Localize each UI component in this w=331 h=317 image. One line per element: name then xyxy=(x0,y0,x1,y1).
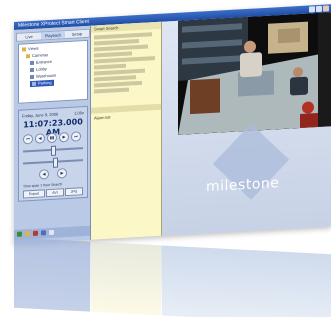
pause-button[interactable]: ▮▮ xyxy=(47,132,57,144)
event-log-list[interactable] xyxy=(94,32,158,96)
tree-item-label: Views xyxy=(28,45,39,52)
transport-controls: ⏮ ◀ ▮▮ ▶ ⏭ xyxy=(23,131,83,145)
playback-date: Friday, June 9, 2006 xyxy=(22,111,59,119)
folder-icon xyxy=(26,54,30,59)
step-back-button[interactable]: ◀ xyxy=(39,169,49,180)
window-reflection xyxy=(14,237,331,317)
person-body xyxy=(290,76,308,96)
list-item[interactable] xyxy=(94,87,130,94)
tree-item-selected[interactable]: Parking xyxy=(30,79,54,88)
camera-view[interactable] xyxy=(178,12,331,135)
timeline-slider[interactable] xyxy=(23,145,83,156)
jog-controls: ◀ ▶ xyxy=(33,168,73,180)
reflection-video-area xyxy=(162,245,331,317)
app-icon[interactable] xyxy=(49,229,54,236)
camera-icon xyxy=(30,74,34,80)
export-button[interactable]: Export xyxy=(23,189,45,199)
tree-item-label: Lobby xyxy=(36,66,47,72)
camera-icon xyxy=(30,67,34,73)
list-item[interactable] xyxy=(94,32,152,40)
list-item[interactable] xyxy=(94,63,126,70)
folder-icon[interactable] xyxy=(25,231,30,237)
tab-live[interactable]: Live xyxy=(18,33,40,41)
playback-panel: Friday, June 9, 2006 1.00x 11:07:23.000 … xyxy=(18,105,88,202)
tree-item-label: Cameras xyxy=(32,52,49,58)
maximize-button[interactable] xyxy=(316,5,322,13)
play-button[interactable]: ▶ xyxy=(59,131,69,143)
start-icon[interactable] xyxy=(17,231,22,237)
application-window: Milestone XProtect Smart Client Live Pla… xyxy=(14,4,331,245)
alarm-panel: Smart Search Alarm list xyxy=(91,21,162,240)
list-item[interactable] xyxy=(94,80,142,88)
reflection-left-panel xyxy=(14,237,90,312)
cardboard-box xyxy=(278,28,300,44)
navigation-panel: Live Playback Setup Views Cameras Entran… xyxy=(14,25,91,244)
tree-item[interactable]: Views xyxy=(22,46,39,53)
app-icon[interactable] xyxy=(33,230,38,236)
skip-start-button[interactable]: ⏮ xyxy=(23,133,33,145)
play-reverse-button[interactable]: ◀ xyxy=(35,133,45,144)
step-forward-button[interactable]: ▶ xyxy=(57,168,67,179)
folder-icon xyxy=(22,47,26,52)
alarm-list-title: Alarm list xyxy=(94,114,111,121)
screenshot-stage: Milestone XProtect Smart Client Live Pla… xyxy=(0,0,331,317)
list-item[interactable] xyxy=(94,56,155,64)
tree-item-label: Entrance xyxy=(36,58,53,65)
tree-item[interactable]: Lobby xyxy=(30,66,47,73)
frame-edge xyxy=(318,12,331,128)
list-item[interactable] xyxy=(94,68,146,76)
export-controls: Export AVI JPG xyxy=(23,187,83,199)
speed-slider[interactable] xyxy=(23,157,83,168)
camera-tree: Views Cameras Entrance Lobby Warehouse P… xyxy=(18,39,88,104)
wooden-crate xyxy=(190,78,220,115)
tab-setup[interactable]: Setup xyxy=(66,30,88,38)
playback-speed: 1.00x xyxy=(74,110,84,116)
speed-slider-knob[interactable] xyxy=(53,157,58,168)
panel-divider xyxy=(91,103,161,114)
surveillance-frame xyxy=(178,12,331,135)
time-span-label: Time span 1 hour Search xyxy=(23,182,63,189)
tree-item-label: Parking xyxy=(38,79,52,86)
milestone-logo-text: milestone xyxy=(206,175,280,196)
tree-item[interactable]: Entrance xyxy=(30,59,52,66)
person-shirt xyxy=(240,52,262,78)
avi-button[interactable]: AVI xyxy=(46,188,64,198)
close-button[interactable] xyxy=(323,5,329,12)
person-red-body xyxy=(300,113,318,129)
jpg-button[interactable]: JPG xyxy=(65,187,83,197)
reflection-middle-panel xyxy=(91,241,161,316)
app-icon[interactable] xyxy=(41,230,46,236)
video-area: milestone xyxy=(162,12,331,236)
skip-end-button[interactable]: ⏭ xyxy=(71,131,81,142)
tree-item-label: Warehouse xyxy=(36,72,57,79)
camera-icon xyxy=(30,60,34,66)
tab-playback[interactable]: Playback xyxy=(41,31,65,40)
timeline-slider-knob[interactable] xyxy=(51,145,56,156)
camera-icon xyxy=(32,81,36,86)
list-item[interactable] xyxy=(94,44,149,52)
minimize-button[interactable] xyxy=(309,6,315,13)
list-item[interactable] xyxy=(94,51,133,58)
